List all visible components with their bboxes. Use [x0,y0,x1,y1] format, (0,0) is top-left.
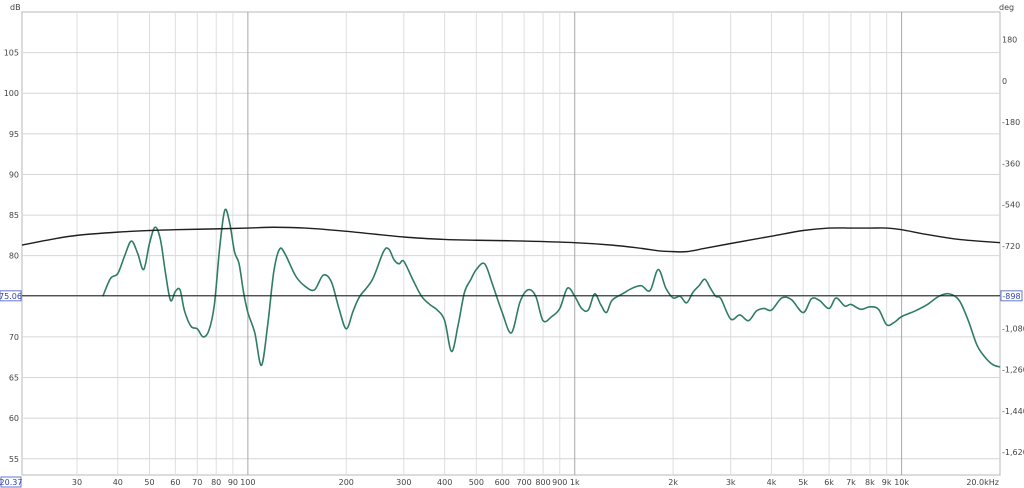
x-tick-label: 400 [437,478,452,487]
y-right-tick-label: -540 [1002,201,1020,210]
y-left-tick-label: 65 [9,374,19,383]
x-tick-label: 20.0kHz [966,478,999,487]
y-left-tick-label: 90 [9,170,19,179]
y-right-tick-label: 0 [1002,77,1007,86]
y-right-tick-label: 180 [1002,36,1017,45]
y-right-unit-label: deg [999,3,1014,12]
x-tick-label: 4k [767,478,777,487]
y-right-tick-label: -1,440 [1002,407,1024,416]
y-right-tick-label: -1,260 [1002,366,1024,375]
x-cursor-readout: 20.37 [0,478,22,487]
x-tick-label: 80 [211,478,221,487]
y-left-tick-label: 85 [9,211,19,220]
x-tick-label: 3k [726,478,736,487]
x-tick-label: 300 [396,478,411,487]
x-tick-label: 100 [240,478,255,487]
x-tick-label: 5k [798,478,808,487]
x-tick-label: 8k [865,478,875,487]
x-tick-label: 6k [824,478,834,487]
x-tick-label: 30 [72,478,82,487]
x-tick-label: 900 [552,478,567,487]
x-tick-label: 700 [516,478,531,487]
y-left-tick-label: 70 [9,333,19,342]
x-tick-label: 90 [228,478,238,487]
x-tick-label: 2k [668,478,678,487]
x-tick-label: 40 [113,478,123,487]
x-axis-tick-labels: 30 40 50 60 70 80 90 100 200 300 400 500 600 700 800 90… [0,476,999,488]
x-tick-label: 60 [170,478,180,487]
y-right-tick-label: -180 [1002,118,1020,127]
y-left-unit-label: dB [10,3,21,12]
x-tick-label: 70 [192,478,202,487]
cursor-right-readout: -898 [1002,292,1020,301]
y-left-tick-label: 55 [9,455,19,464]
x-tick-label: 200 [339,478,354,487]
x-tick-label: 1k [570,478,580,487]
x-tick-label: 10k [894,478,909,487]
y-right-tick-label: -360 [1002,159,1020,168]
y-left-tick-label: 105 [4,49,19,58]
y-left-tick-label: 95 [9,130,19,139]
y-left-tick-label: 60 [9,414,19,423]
y-right-tick-label: -1,080 [1002,324,1024,333]
y-left-tick-label: 100 [4,89,19,98]
x-tick-label: 800 [535,478,550,487]
cursor-left-readout: 75.06 [0,292,22,301]
x-tick-label: 500 [469,478,484,487]
frequency-response-chart: 75.06 -898 30 40 50 60 70 80 90 100 200 300 400 500 6… [0,0,1024,488]
y-right-tick-label: -720 [1002,242,1020,251]
x-tick-label: 600 [495,478,510,487]
x-tick-label: 7k [846,478,856,487]
x-tick-label: 9k [882,478,892,487]
x-tick-label: 50 [144,478,154,487]
y-left-tick-label: 80 [9,252,19,261]
y-right-tick-label: -1,620 [1002,448,1024,457]
plot-area [21,11,1001,476]
